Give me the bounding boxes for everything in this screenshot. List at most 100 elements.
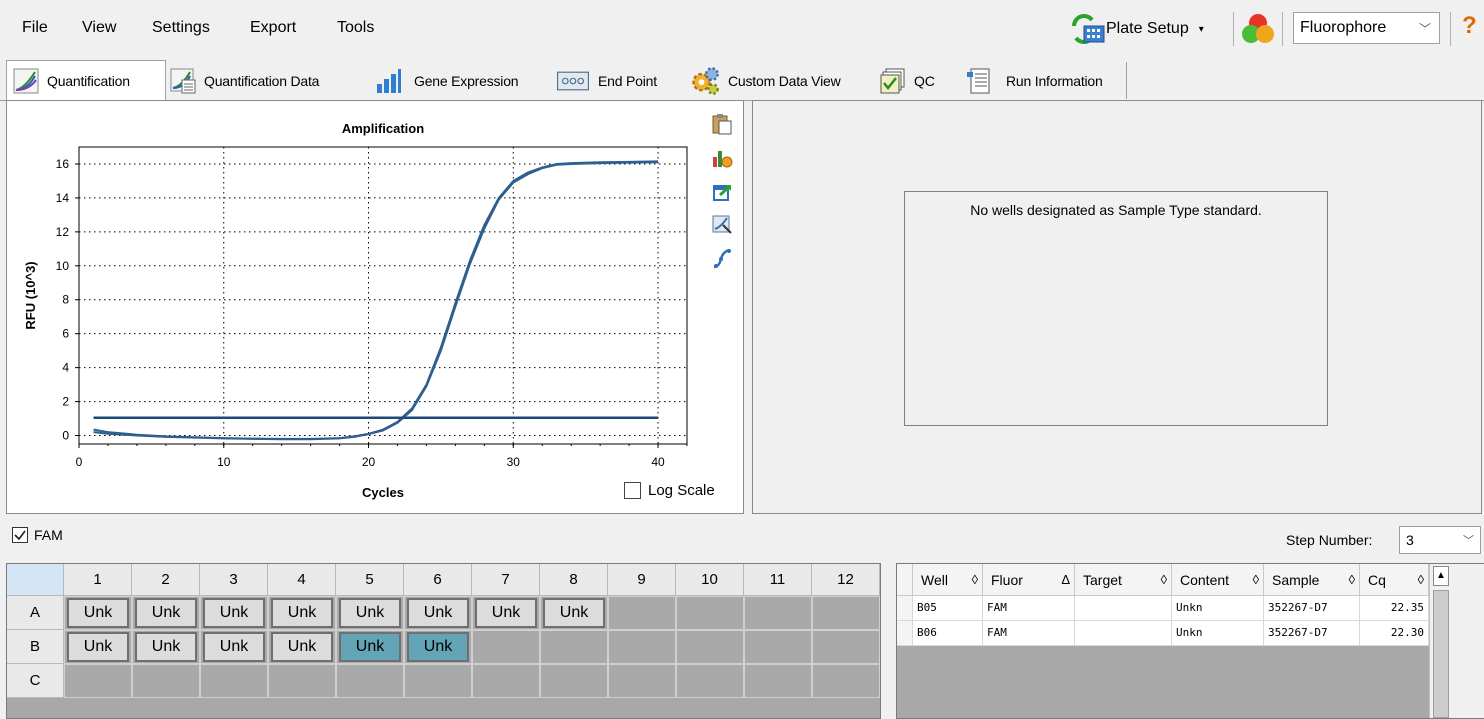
plate-well-unknown[interactable]: Unk [339, 632, 401, 662]
table-cell[interactable] [1075, 621, 1172, 646]
plate-well[interactable] [404, 664, 472, 698]
plate-column-header[interactable]: 12 [812, 564, 880, 596]
help-icon[interactable]: ? [1462, 12, 1477, 40]
plate-well-unknown[interactable]: Unk [271, 598, 333, 628]
plate-well-unknown[interactable]: Unk [135, 632, 197, 662]
plate-column-header[interactable]: 7 [472, 564, 540, 596]
zoom-icon[interactable] [711, 213, 733, 235]
plate-row-header[interactable]: A [7, 596, 64, 630]
plate-well[interactable] [608, 664, 676, 698]
plate-column-header[interactable]: 9 [608, 564, 676, 596]
dye-calibration-icon[interactable] [1240, 12, 1276, 46]
plate-well[interactable] [132, 664, 200, 698]
tab-quantification[interactable]: Quantification [6, 60, 166, 102]
step-number-select[interactable]: 3 ﹀ [1399, 526, 1481, 554]
tab-quantification-data[interactable]: Quantification Data [170, 62, 360, 99]
plate-well-unknown[interactable]: Unk [543, 598, 605, 628]
plate-well[interactable] [472, 630, 540, 664]
table-row-header[interactable] [897, 596, 913, 621]
plate-well-unknown[interactable]: Unk [135, 598, 197, 628]
tab-custom-data-view[interactable]: Custom Data View [690, 62, 865, 99]
chart-settings-icon[interactable] [711, 147, 733, 169]
table-column-header[interactable]: Target ◊ [1075, 564, 1172, 596]
plate-column-header[interactable]: 4 [268, 564, 336, 596]
plate-well[interactable] [472, 664, 540, 698]
scroll-up-icon[interactable]: ▲ [1433, 566, 1449, 586]
plate-well[interactable] [812, 596, 880, 630]
plate-well[interactable] [676, 596, 744, 630]
tab-end-point[interactable]: End Point [556, 62, 674, 99]
plate-well[interactable] [676, 630, 744, 664]
copy-icon[interactable] [711, 113, 733, 135]
plate-well-unknown[interactable]: Unk [407, 632, 469, 662]
plate-column-header[interactable]: 3 [200, 564, 268, 596]
checkbox-checked-icon[interactable] [12, 527, 28, 543]
fluorophore-select[interactable]: Fluorophore ﹀ [1293, 12, 1440, 44]
menu-view[interactable]: View [82, 19, 116, 37]
plate-well-unknown[interactable]: Unk [67, 632, 129, 662]
menu-file[interactable]: File [22, 19, 48, 37]
plate-column-header[interactable]: 2 [132, 564, 200, 596]
curve-icon[interactable] [711, 247, 733, 271]
plate-well[interactable] [336, 664, 404, 698]
tab-qc[interactable]: QC [880, 62, 952, 99]
plate-well[interactable] [744, 596, 812, 630]
plate-well-unknown[interactable]: Unk [67, 598, 129, 628]
plate-well[interactable] [540, 630, 608, 664]
plate-well[interactable] [676, 664, 744, 698]
table-cell[interactable]: 22.35 [1360, 596, 1429, 621]
table-cell[interactable]: B05 [913, 596, 983, 621]
table-column-header[interactable]: Sample ◊ [1264, 564, 1360, 596]
menu-export[interactable]: Export [250, 19, 296, 37]
plate-column-header[interactable]: 11 [744, 564, 812, 596]
menu-tools[interactable]: Tools [337, 19, 374, 37]
tab-gene-expression[interactable]: Gene Expression [370, 62, 542, 99]
plate-well[interactable] [744, 664, 812, 698]
table-column-header[interactable]: Cq ◊ [1360, 564, 1429, 596]
plate-well[interactable] [64, 664, 132, 698]
table-cell[interactable] [1075, 596, 1172, 621]
plate-well[interactable] [812, 630, 880, 664]
table-cell[interactable]: Unkn [1172, 596, 1264, 621]
plate-well-unknown[interactable]: Unk [203, 632, 265, 662]
plate-well[interactable] [608, 596, 676, 630]
plate-row-header[interactable]: B [7, 630, 64, 664]
plate-well[interactable] [608, 630, 676, 664]
plate-column-header[interactable]: 1 [64, 564, 132, 596]
table-cell[interactable]: B06 [913, 621, 983, 646]
plate-column-header[interactable]: 10 [676, 564, 744, 596]
checkbox-box[interactable] [624, 482, 641, 499]
table-row-header[interactable] [897, 621, 913, 646]
plate-column-header[interactable]: 8 [540, 564, 608, 596]
table-cell[interactable]: FAM [983, 621, 1075, 646]
plate-well-unknown[interactable]: Unk [271, 632, 333, 662]
plate-well-unknown[interactable]: Unk [407, 598, 469, 628]
amplification-chart[interactable]: Amplification 0 2 4 6 8 10 12 14 16 0 10 20 30 40 Cycle… [7, 101, 743, 513]
plate-well[interactable] [812, 664, 880, 698]
table-cell[interactable]: Unkn [1172, 621, 1264, 646]
fam-checkbox[interactable]: FAM [12, 527, 63, 543]
plate-well-unknown[interactable]: Unk [339, 598, 401, 628]
table-column-header[interactable]: Fluor Δ [983, 564, 1075, 596]
scrollbar-thumb[interactable] [1433, 590, 1449, 718]
table-column-header[interactable]: Well ◊ [913, 564, 983, 596]
table-cell[interactable]: 352267-D7 [1264, 621, 1360, 646]
table-cell[interactable]: 352267-D7 [1264, 596, 1360, 621]
plate-column-header[interactable]: 6 [404, 564, 472, 596]
plate-column-header[interactable]: 5 [336, 564, 404, 596]
plate-well[interactable] [268, 664, 336, 698]
plate-well-unknown[interactable]: Unk [203, 598, 265, 628]
plate-well-unknown[interactable]: Unk [475, 598, 537, 628]
table-cell[interactable]: FAM [983, 596, 1075, 621]
plate-well[interactable] [200, 664, 268, 698]
plate-well[interactable] [744, 630, 812, 664]
export-icon[interactable] [711, 181, 733, 203]
table-column-header[interactable]: Content ◊ [1172, 564, 1264, 596]
plate-setup-button[interactable]: Plate Setup ▾ [1068, 10, 1228, 48]
log-scale-checkbox[interactable]: Log Scale [624, 482, 715, 499]
tab-run-information[interactable]: Run Information [966, 62, 1126, 99]
menu-settings[interactable]: Settings [152, 19, 210, 37]
plate-corner[interactable] [7, 564, 64, 596]
plate-well[interactable] [540, 664, 608, 698]
plate-row-header[interactable]: C [7, 664, 64, 698]
